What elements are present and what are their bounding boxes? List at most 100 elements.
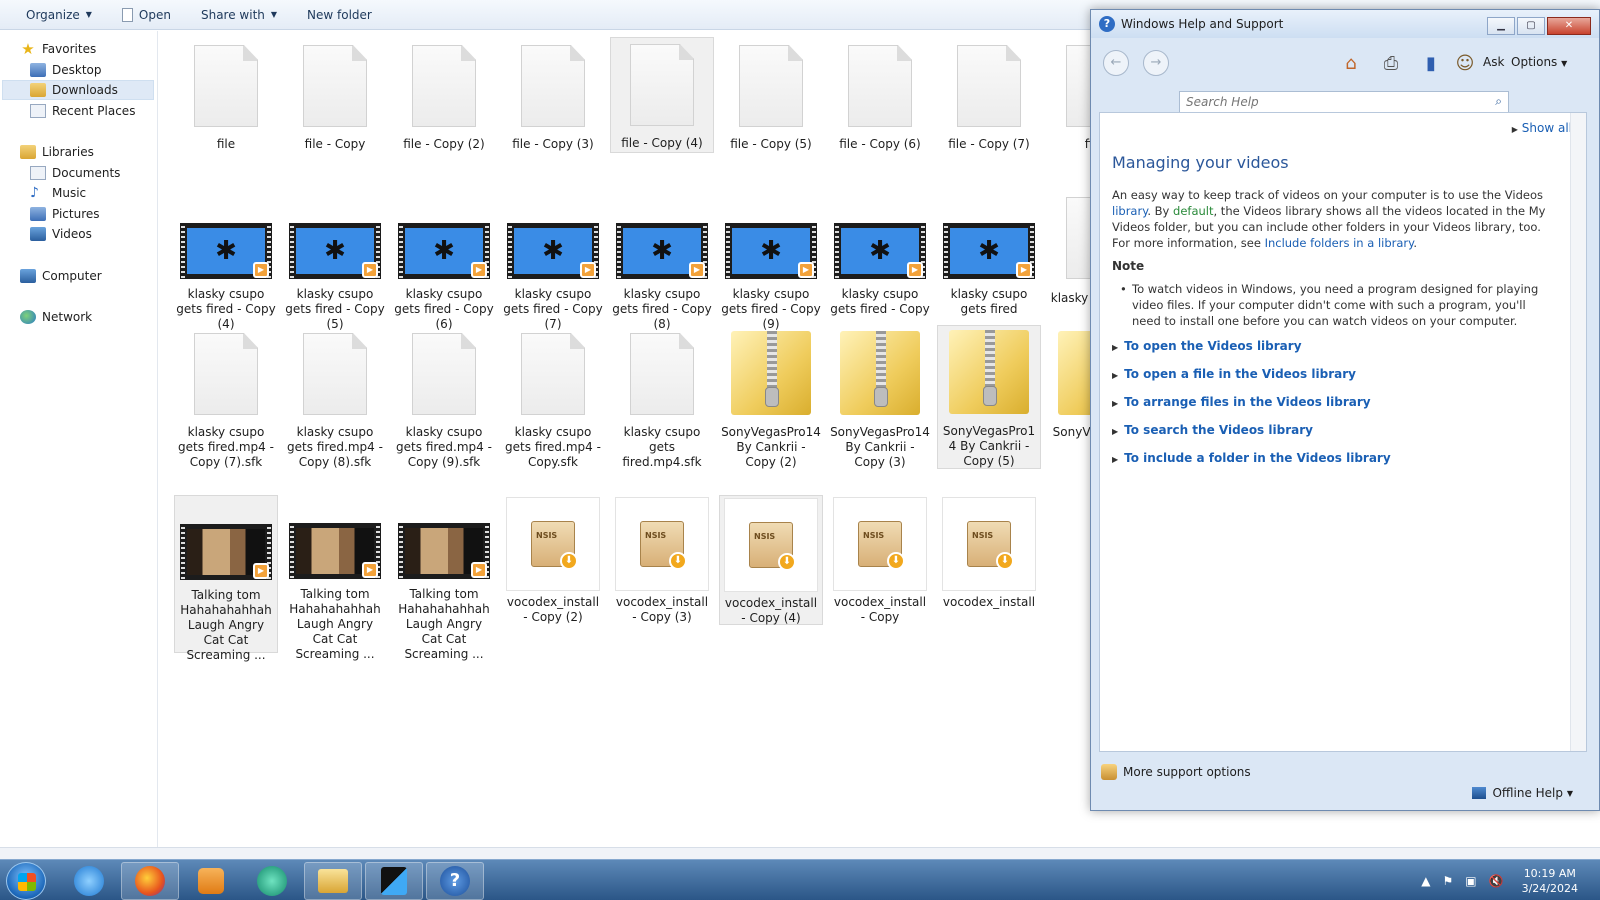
ask-button[interactable]: Ask bbox=[1483, 55, 1504, 69]
video-item[interactable]: ▶ Talking tom Hahahahahhah Laugh Angry Ca… bbox=[392, 521, 496, 662]
volume-muted-icon[interactable]: 🔇 bbox=[1489, 874, 1504, 888]
file-item[interactable]: file - Copy (5) bbox=[719, 39, 823, 152]
file-item[interactable]: klasky csupo gets fired.mp4.sfk bbox=[610, 327, 714, 470]
section-include-folder[interactable]: ▶ To include a folder in the Videos libra… bbox=[1112, 451, 1391, 465]
file-item[interactable]: file bbox=[174, 39, 278, 152]
print-icon[interactable]: ⎙ bbox=[1379, 50, 1403, 76]
nav-computer[interactable]: Computer bbox=[20, 266, 102, 286]
minimize-button[interactable]: ▁ bbox=[1487, 17, 1515, 35]
file-item[interactable]: klasky csupo gets fired.mp4 - Copy (8).s… bbox=[283, 327, 387, 470]
file-item[interactable]: file - Copy (7) bbox=[937, 39, 1041, 152]
file-item[interactable]: file - Copy (3) bbox=[501, 39, 605, 152]
video-item[interactable]: ✱ ▶ klasky csupo gets fired - Copy (9) bbox=[719, 221, 823, 332]
internet-explorer-taskbar[interactable] bbox=[60, 862, 118, 900]
video-item[interactable]: ✱ ▶ klasky csupo gets fired - Copy (8) bbox=[610, 221, 714, 332]
search-icon[interactable]: ⌕ bbox=[1495, 94, 1502, 109]
share-with-button[interactable]: Share with ▼ bbox=[193, 3, 285, 27]
nav-pictures[interactable]: Pictures bbox=[30, 204, 100, 224]
clock[interactable]: 10:19 AM 3/24/2024 bbox=[1510, 866, 1600, 896]
triangle-right-icon: ▶ bbox=[1112, 343, 1119, 352]
file-icon bbox=[303, 45, 367, 127]
vegas-taskbar[interactable] bbox=[365, 862, 423, 900]
close-button[interactable]: ✕ bbox=[1547, 17, 1591, 35]
vertical-scrollbar[interactable] bbox=[1570, 113, 1586, 751]
browse-help-icon[interactable]: ▮ bbox=[1419, 50, 1443, 76]
firefox-taskbar[interactable] bbox=[121, 862, 179, 900]
zip-item[interactable]: SonyVegasPro14 By Cankrii - Copy (2) bbox=[719, 327, 823, 470]
media-player-taskbar[interactable] bbox=[182, 862, 240, 900]
installer-item[interactable]: NSIS ⬇ vocodex_install bbox=[937, 497, 1041, 610]
installer-item[interactable]: NSIS ⬇ vocodex_install - Copy (2) bbox=[501, 497, 605, 625]
clock-date: 3/24/2024 bbox=[1521, 881, 1578, 895]
nav-music[interactable]: ♪ Music bbox=[30, 183, 86, 203]
video-item[interactable]: ✱ ▶ klasky csupo gets fired - Copy (5) bbox=[283, 221, 387, 332]
video-item[interactable]: ✱ ▶ klasky csupo gets fired - Copy bbox=[828, 221, 932, 317]
options-button[interactable]: Options ▼ bbox=[1511, 55, 1567, 69]
help-window: ? Windows Help and Support ▁ ▢ ✕ ← → ⌂ ⎙… bbox=[1090, 9, 1600, 811]
help-title-bar[interactable]: ? Windows Help and Support ▁ ▢ ✕ bbox=[1091, 10, 1599, 38]
back-button[interactable]: ← bbox=[1103, 50, 1129, 76]
help-taskbar[interactable]: ? bbox=[426, 862, 484, 900]
show-hidden-icons-icon[interactable]: ▲ bbox=[1421, 874, 1430, 888]
home-icon[interactable]: ⌂ bbox=[1339, 50, 1363, 76]
video-thumbnail: ✱ ▶ bbox=[398, 223, 490, 279]
video-item[interactable]: ▶ Talking tom Hahahahahhah Laugh Angry Ca… bbox=[283, 521, 387, 662]
section-open-file[interactable]: ▶ To open a file in the Videos library bbox=[1112, 367, 1356, 381]
nav-desktop[interactable]: Desktop bbox=[30, 60, 102, 80]
app-taskbar[interactable] bbox=[243, 862, 301, 900]
installer-item[interactable]: NSIS ⬇ vocodex_install - Copy (3) bbox=[610, 497, 714, 625]
section-open-videos-library[interactable]: ▶ To open the Videos library bbox=[1112, 339, 1302, 353]
installer-item[interactable]: NSIS ⬇ vocodex_install - Copy (4) bbox=[719, 495, 823, 625]
zip-item[interactable]: SonyVegasPro14 By Cankrii - Copy (5) bbox=[937, 325, 1041, 469]
file-item[interactable]: klasky csupo gets fired.mp4 - Copy (7).s… bbox=[174, 327, 278, 470]
nav-downloads[interactable]: Downloads bbox=[2, 80, 154, 100]
explorer-taskbar[interactable] bbox=[304, 862, 362, 900]
default-link[interactable]: default bbox=[1173, 204, 1213, 218]
video-item[interactable]: ✱ ▶ klasky csupo gets fired - Copy (7) bbox=[501, 221, 605, 332]
file-item[interactable]: file - Copy bbox=[283, 39, 387, 152]
include-folders-link[interactable]: Include folders in a library bbox=[1265, 236, 1414, 250]
installer-item[interactable]: NSIS ⬇ vocodex_install - Copy bbox=[828, 497, 932, 625]
share-with-label: Share with bbox=[200, 7, 265, 22]
video-item[interactable]: ▶ Talking tom Hahahahahhah Laugh Angry Ca… bbox=[174, 495, 278, 662]
file-item[interactable]: file - Copy (2) bbox=[392, 39, 496, 152]
section-arrange-files[interactable]: ▶ To arrange files in the Videos library bbox=[1112, 395, 1371, 409]
section-search-library[interactable]: ▶ To search the Videos library bbox=[1112, 423, 1313, 437]
file-item[interactable]: file - Copy (4) bbox=[610, 37, 714, 153]
start-button[interactable] bbox=[6, 862, 46, 900]
ask-icon[interactable]: ☺ bbox=[1453, 50, 1477, 76]
nav-documents[interactable]: Documents bbox=[30, 163, 120, 183]
nav-libraries[interactable]: Libraries bbox=[20, 142, 94, 162]
video-item[interactable]: ✱ ▶ klasky csupo gets fired bbox=[937, 221, 1041, 317]
nav-favorites[interactable]: ★ Favorites bbox=[20, 39, 96, 59]
action-center-flag-icon[interactable]: ⚑ bbox=[1443, 874, 1454, 888]
video-item[interactable]: ✱ ▶ klasky csupo gets fired - Copy (6) bbox=[392, 221, 496, 332]
file-name: klasky csupo gets fired - Copy (4) bbox=[176, 287, 276, 331]
search-input[interactable] bbox=[1180, 92, 1480, 112]
offline-help-button[interactable]: Offline Help ▼ bbox=[1472, 786, 1573, 800]
file-item[interactable]: file - Copy (6) bbox=[828, 39, 932, 152]
play-icon: ▶ bbox=[907, 262, 923, 278]
network-icon bbox=[20, 310, 36, 324]
show-all-link[interactable]: ▶ Show all bbox=[1512, 121, 1572, 135]
file-item[interactable]: klasky csupo gets fired.mp4 - Copy (9).s… bbox=[392, 327, 496, 470]
nav-network[interactable]: Network bbox=[20, 307, 92, 327]
forward-button[interactable]: → bbox=[1143, 50, 1169, 76]
section-link-label: To open the Videos library bbox=[1124, 339, 1302, 353]
organize-button[interactable]: Organize ▼ bbox=[18, 3, 100, 27]
open-button[interactable]: Open bbox=[114, 3, 179, 27]
more-support-options[interactable]: More support options bbox=[1101, 764, 1251, 780]
zip-item[interactable]: SonyVegasPro14 By Cankrii - Copy (3) bbox=[828, 327, 932, 470]
video-thumbnail: ✱ ▶ bbox=[834, 223, 926, 279]
network-tray-icon[interactable]: ▣ bbox=[1465, 874, 1476, 888]
libraries-icon bbox=[20, 145, 36, 159]
maximize-button[interactable]: ▢ bbox=[1517, 17, 1545, 35]
file-icon bbox=[630, 44, 694, 126]
file-item[interactable]: klasky csupo gets fired.mp4 - Copy.sfk bbox=[501, 327, 605, 470]
nav-recent-places[interactable]: Recent Places bbox=[30, 101, 135, 121]
library-link[interactable]: library bbox=[1112, 204, 1147, 218]
video-item[interactable]: ✱ ▶ klasky csupo gets fired - Copy (4) bbox=[174, 221, 278, 332]
nav-videos[interactable]: Videos bbox=[30, 224, 92, 244]
dancer-figure-icon: ✱ bbox=[324, 236, 346, 266]
new-folder-button[interactable]: New folder bbox=[299, 3, 380, 27]
